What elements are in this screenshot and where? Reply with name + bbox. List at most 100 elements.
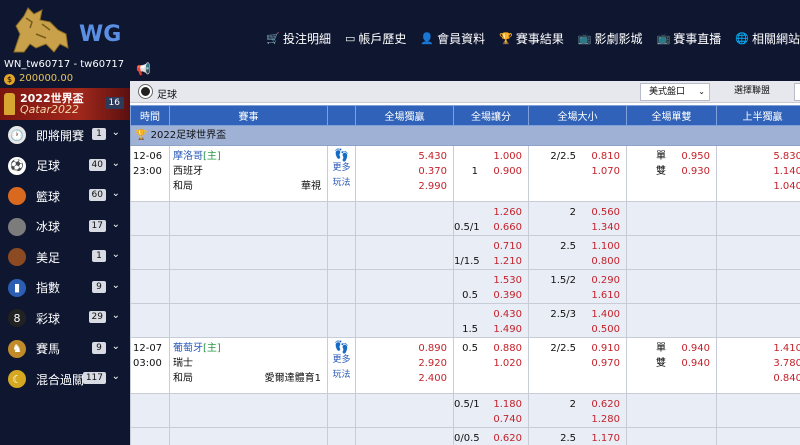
odds-value[interactable]: 0.500 bbox=[580, 322, 626, 337]
odds-line[interactable]: 1.5 1.490 bbox=[454, 322, 528, 337]
odds-value[interactable]: 0.660 bbox=[484, 220, 528, 235]
brand-logo[interactable]: WG bbox=[6, 4, 121, 56]
odds-line[interactable]: 0.5 0.390 bbox=[454, 288, 528, 303]
odds-line[interactable]: 5.830 bbox=[717, 149, 800, 164]
nav-item-6[interactable]: 🌐 相關網站 bbox=[735, 30, 800, 47]
odds-line[interactable]: 1.530 bbox=[454, 273, 528, 288]
odds-line[interactable]: 0.970 bbox=[529, 356, 626, 371]
odds-value[interactable]: 0.840 bbox=[717, 371, 800, 386]
odds-line[interactable]: 1 0.900 bbox=[454, 164, 528, 179]
odds-line[interactable]: 1.5/2 0.290 bbox=[529, 273, 626, 288]
odds-value[interactable]: 0.910 bbox=[580, 341, 626, 356]
odds-value[interactable]: 0.370 bbox=[356, 164, 453, 179]
home-team[interactable]: 葡萄牙[主] bbox=[173, 341, 327, 356]
odds-line[interactable]: 1.280 bbox=[529, 412, 626, 427]
odds-line[interactable]: 單 0.950 bbox=[627, 149, 716, 164]
more-bets-link[interactable]: 👣 更多 玩法 bbox=[328, 149, 355, 191]
extra-select[interactable] bbox=[794, 83, 800, 101]
odds-line[interactable]: 0.800 bbox=[529, 254, 626, 269]
odds-line[interactable]: 0.840 bbox=[717, 371, 800, 386]
nav-item-5[interactable]: 📺 賽事直播 bbox=[657, 30, 722, 47]
odds-line[interactable]: 0.5 0.880 bbox=[454, 341, 528, 356]
chevron-down-icon[interactable]: ⌄ bbox=[112, 249, 120, 260]
chevron-down-icon[interactable]: ⌄ bbox=[112, 188, 120, 199]
odds-value[interactable]: 1.530 bbox=[482, 273, 528, 288]
sidebar-item-4[interactable]: 美足 1 ⌄ bbox=[0, 242, 130, 273]
odds-value[interactable]: 1.020 bbox=[482, 356, 528, 371]
odds-value[interactable]: 1.070 bbox=[580, 164, 626, 179]
odds-value[interactable]: 1.140 bbox=[717, 164, 800, 179]
odds-line[interactable]: 1.260 bbox=[454, 205, 528, 220]
nav-item-3[interactable]: 🏆 賽事結果 bbox=[499, 30, 564, 47]
odds-line[interactable]: 2.400 bbox=[356, 371, 453, 386]
odds-line[interactable]: 0.370 bbox=[356, 164, 453, 179]
odds-line[interactable]: 2.920 bbox=[356, 356, 453, 371]
league-cell[interactable]: 🏆 2022足球世界盃 bbox=[130, 125, 800, 146]
chevron-down-icon[interactable]: ⌄ bbox=[112, 310, 120, 321]
odds-value[interactable]: 1.040 bbox=[717, 179, 800, 194]
odds-value[interactable]: 2.990 bbox=[356, 179, 453, 194]
odds-line[interactable]: 1.020 bbox=[454, 356, 528, 371]
odds-line[interactable]: 0.740 bbox=[454, 412, 528, 427]
odds-line[interactable]: 1.340 bbox=[529, 220, 626, 235]
odds-line[interactable]: 1.000 bbox=[454, 149, 528, 164]
sidebar-item-3[interactable]: 冰球 17 ⌄ bbox=[0, 212, 130, 243]
sidebar-item-1[interactable]: ⚽ 足球 40 ⌄ bbox=[0, 151, 130, 182]
odds-value[interactable]: 1.490 bbox=[482, 322, 528, 337]
chevron-down-icon[interactable]: ⌄ bbox=[112, 158, 120, 169]
odds-value[interactable]: 1.400 bbox=[580, 307, 626, 322]
sidebar-item-5[interactable]: ▮ 指數 9 ⌄ bbox=[0, 273, 130, 304]
odds-line[interactable]: 1.140 bbox=[717, 164, 800, 179]
odds-line[interactable]: 雙 0.940 bbox=[627, 356, 716, 371]
sidebar-item-2[interactable]: 籃球 60 ⌄ bbox=[0, 181, 130, 212]
odds-line[interactable]: 2 0.620 bbox=[529, 397, 626, 412]
odds-line[interactable]: 1.070 bbox=[529, 164, 626, 179]
odds-value[interactable]: 0.740 bbox=[482, 412, 528, 427]
odds-line[interactable]: 0.5/1 1.180 bbox=[454, 397, 528, 412]
odds-line[interactable]: 2.5 1.100 bbox=[529, 239, 626, 254]
home-team-name[interactable]: 摩洛哥 bbox=[173, 151, 203, 162]
nav-item-4[interactable]: 📺 影劇影城 bbox=[578, 30, 643, 47]
home-team[interactable]: 摩洛哥[主] bbox=[173, 149, 327, 164]
odds-value[interactable]: 1.170 bbox=[580, 431, 626, 445]
odds-value[interactable]: 0.970 bbox=[580, 356, 626, 371]
odds-value[interactable]: 2.920 bbox=[356, 356, 453, 371]
odds-line[interactable]: 0.710 bbox=[454, 239, 528, 254]
odds-value[interactable]: 0.620 bbox=[580, 397, 626, 412]
odds-value[interactable]: 0.800 bbox=[580, 254, 626, 269]
more-bets-link[interactable]: 👣 更多 玩法 bbox=[328, 341, 355, 383]
megaphone-icon[interactable]: 📢 bbox=[136, 62, 151, 76]
odds-value[interactable]: 1.610 bbox=[580, 288, 626, 303]
odds-line[interactable]: 雙 0.930 bbox=[627, 164, 716, 179]
odds-value[interactable]: 1.100 bbox=[580, 239, 626, 254]
odds-line[interactable]: 1.410 bbox=[717, 341, 800, 356]
odds-value[interactable]: 0.290 bbox=[580, 273, 626, 288]
nav-item-0[interactable]: 🛒 投注明細 bbox=[266, 30, 331, 47]
odds-value[interactable]: 5.430 bbox=[356, 149, 453, 164]
odds-value[interactable]: 0.710 bbox=[482, 239, 528, 254]
tv-channel[interactable]: 華視 bbox=[301, 179, 321, 194]
chevron-down-icon[interactable]: ⌄ bbox=[112, 341, 120, 352]
odds-value[interactable]: 1.340 bbox=[580, 220, 626, 235]
odds-value[interactable]: 0.950 bbox=[670, 149, 716, 164]
odds-value[interactable]: 0.390 bbox=[482, 288, 528, 303]
odds-value[interactable]: 1.210 bbox=[484, 254, 528, 269]
odds-value[interactable]: 0.900 bbox=[482, 164, 528, 179]
odds-line[interactable]: 0.430 bbox=[454, 307, 528, 322]
nav-item-2[interactable]: 👤 會員資料 bbox=[420, 30, 485, 47]
chevron-down-icon[interactable]: ⌄ bbox=[112, 280, 120, 291]
odds-line[interactable]: 0.5/1 0.660 bbox=[454, 220, 528, 235]
odds-value[interactable]: 3.780 bbox=[717, 356, 800, 371]
odds-line[interactable]: 0/0.5 0.620 bbox=[454, 431, 528, 445]
league-row[interactable]: 🏆 2022足球世界盃 bbox=[130, 125, 800, 146]
odds-value[interactable]: 0.810 bbox=[580, 149, 626, 164]
sidebar-item-7[interactable]: ♞ 賽馬 9 ⌄ bbox=[0, 334, 130, 365]
home-team-name[interactable]: 葡萄牙 bbox=[173, 343, 203, 354]
away-team[interactable]: 瑞士 bbox=[173, 356, 327, 371]
league-select[interactable]: 選擇聯盟 bbox=[726, 83, 792, 101]
odds-line[interactable]: 3.780 bbox=[717, 356, 800, 371]
sidebar-item-6[interactable]: 8 彩球 29 ⌄ bbox=[0, 303, 130, 334]
odds-value[interactable]: 0.560 bbox=[580, 205, 626, 220]
odds-value[interactable]: 2.400 bbox=[356, 371, 453, 386]
odds-line[interactable]: 0.890 bbox=[356, 341, 453, 356]
